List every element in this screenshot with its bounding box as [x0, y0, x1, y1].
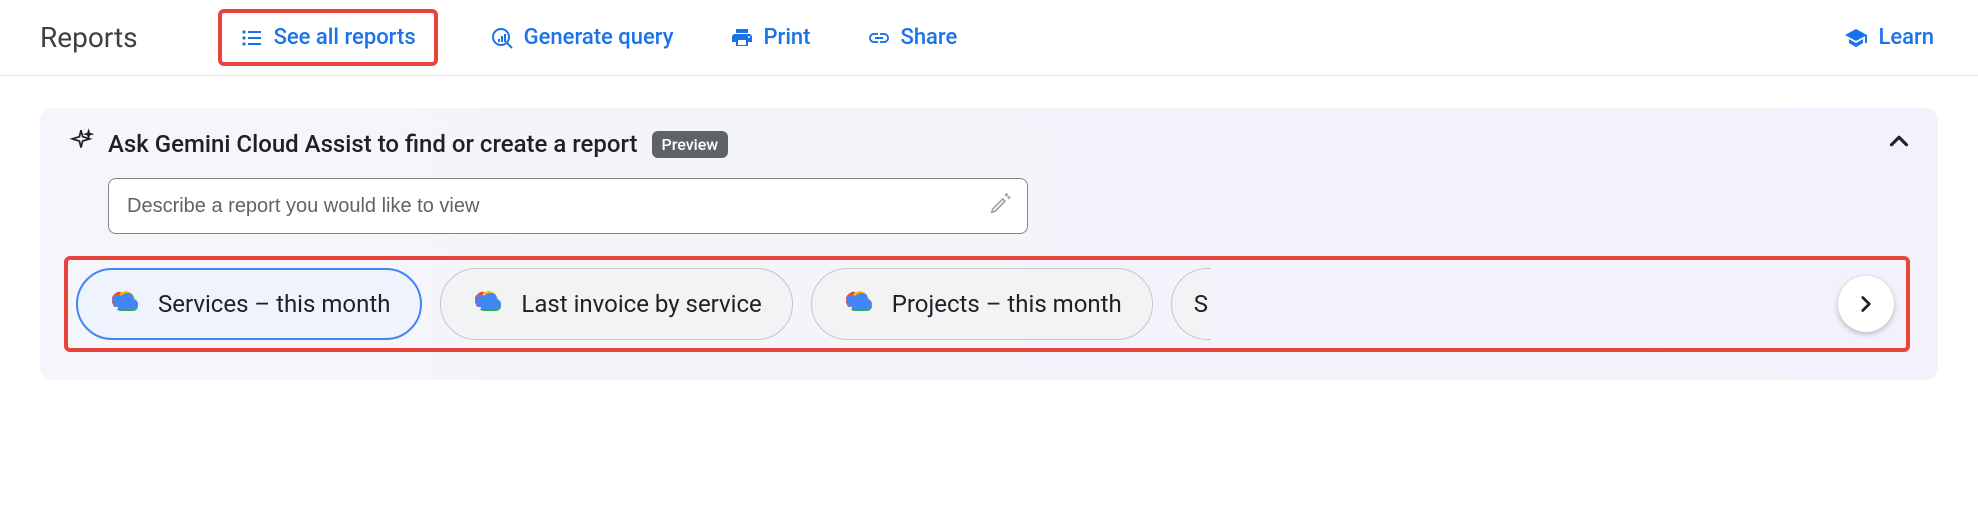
see-all-reports-button[interactable]: See all reports [236, 19, 420, 56]
list-icon [240, 26, 264, 50]
scroll-right-button[interactable] [1838, 276, 1894, 332]
chevron-right-icon [1853, 291, 1879, 317]
report-description-input[interactable] [125, 194, 989, 219]
page-title: Reports [40, 21, 138, 54]
chip-peek-label: S [1194, 290, 1208, 318]
preview-badge: Preview [652, 131, 729, 158]
generate-query-label: Generate query [524, 25, 674, 50]
learn-label: Learn [1878, 25, 1934, 50]
chip-last-invoice-by-service[interactable]: Last invoice by service [440, 268, 792, 340]
gemini-assist-card: Ask Gemini Cloud Assist to find or creat… [40, 108, 1938, 380]
query-icon [490, 26, 514, 50]
report-input-wrap[interactable] [108, 178, 1028, 234]
print-button[interactable]: Print [726, 19, 815, 56]
collapse-button[interactable] [1884, 126, 1914, 160]
google-cloud-icon [108, 285, 140, 323]
chip-services-this-month[interactable]: Services – this month [76, 268, 422, 340]
print-label: Print [764, 25, 811, 50]
chip-projects-this-month[interactable]: Projects – this month [811, 268, 1153, 340]
google-cloud-icon [471, 285, 503, 323]
share-button[interactable]: Share [863, 19, 962, 56]
share-label: Share [901, 25, 958, 50]
see-all-reports-label: See all reports [274, 25, 416, 50]
generate-query-button[interactable]: Generate query [486, 19, 678, 56]
chip-label: Last invoice by service [521, 290, 761, 318]
google-cloud-icon [842, 285, 874, 323]
chip-label: Services – this month [158, 290, 390, 318]
highlight-see-all-reports: See all reports [218, 9, 438, 66]
chevron-up-icon [1884, 126, 1914, 156]
toolbar-actions: See all reports Generate query [218, 9, 1938, 66]
link-icon [867, 26, 891, 50]
chip-label: Projects – this month [892, 290, 1122, 318]
graduation-cap-icon [1844, 26, 1868, 50]
chip-overflow-peek[interactable]: S [1171, 268, 1211, 340]
learn-button[interactable]: Learn [1840, 19, 1938, 56]
magic-edit-icon [989, 193, 1011, 219]
suggestion-chips-row: Services – this month Last invoice by se… [64, 256, 1910, 352]
sparkle-icon [68, 128, 94, 160]
gemini-title: Ask Gemini Cloud Assist to find or creat… [108, 130, 638, 158]
gemini-header: Ask Gemini Cloud Assist to find or creat… [68, 128, 1910, 160]
printer-icon [730, 26, 754, 50]
top-bar: Reports See all reports [0, 0, 1978, 76]
